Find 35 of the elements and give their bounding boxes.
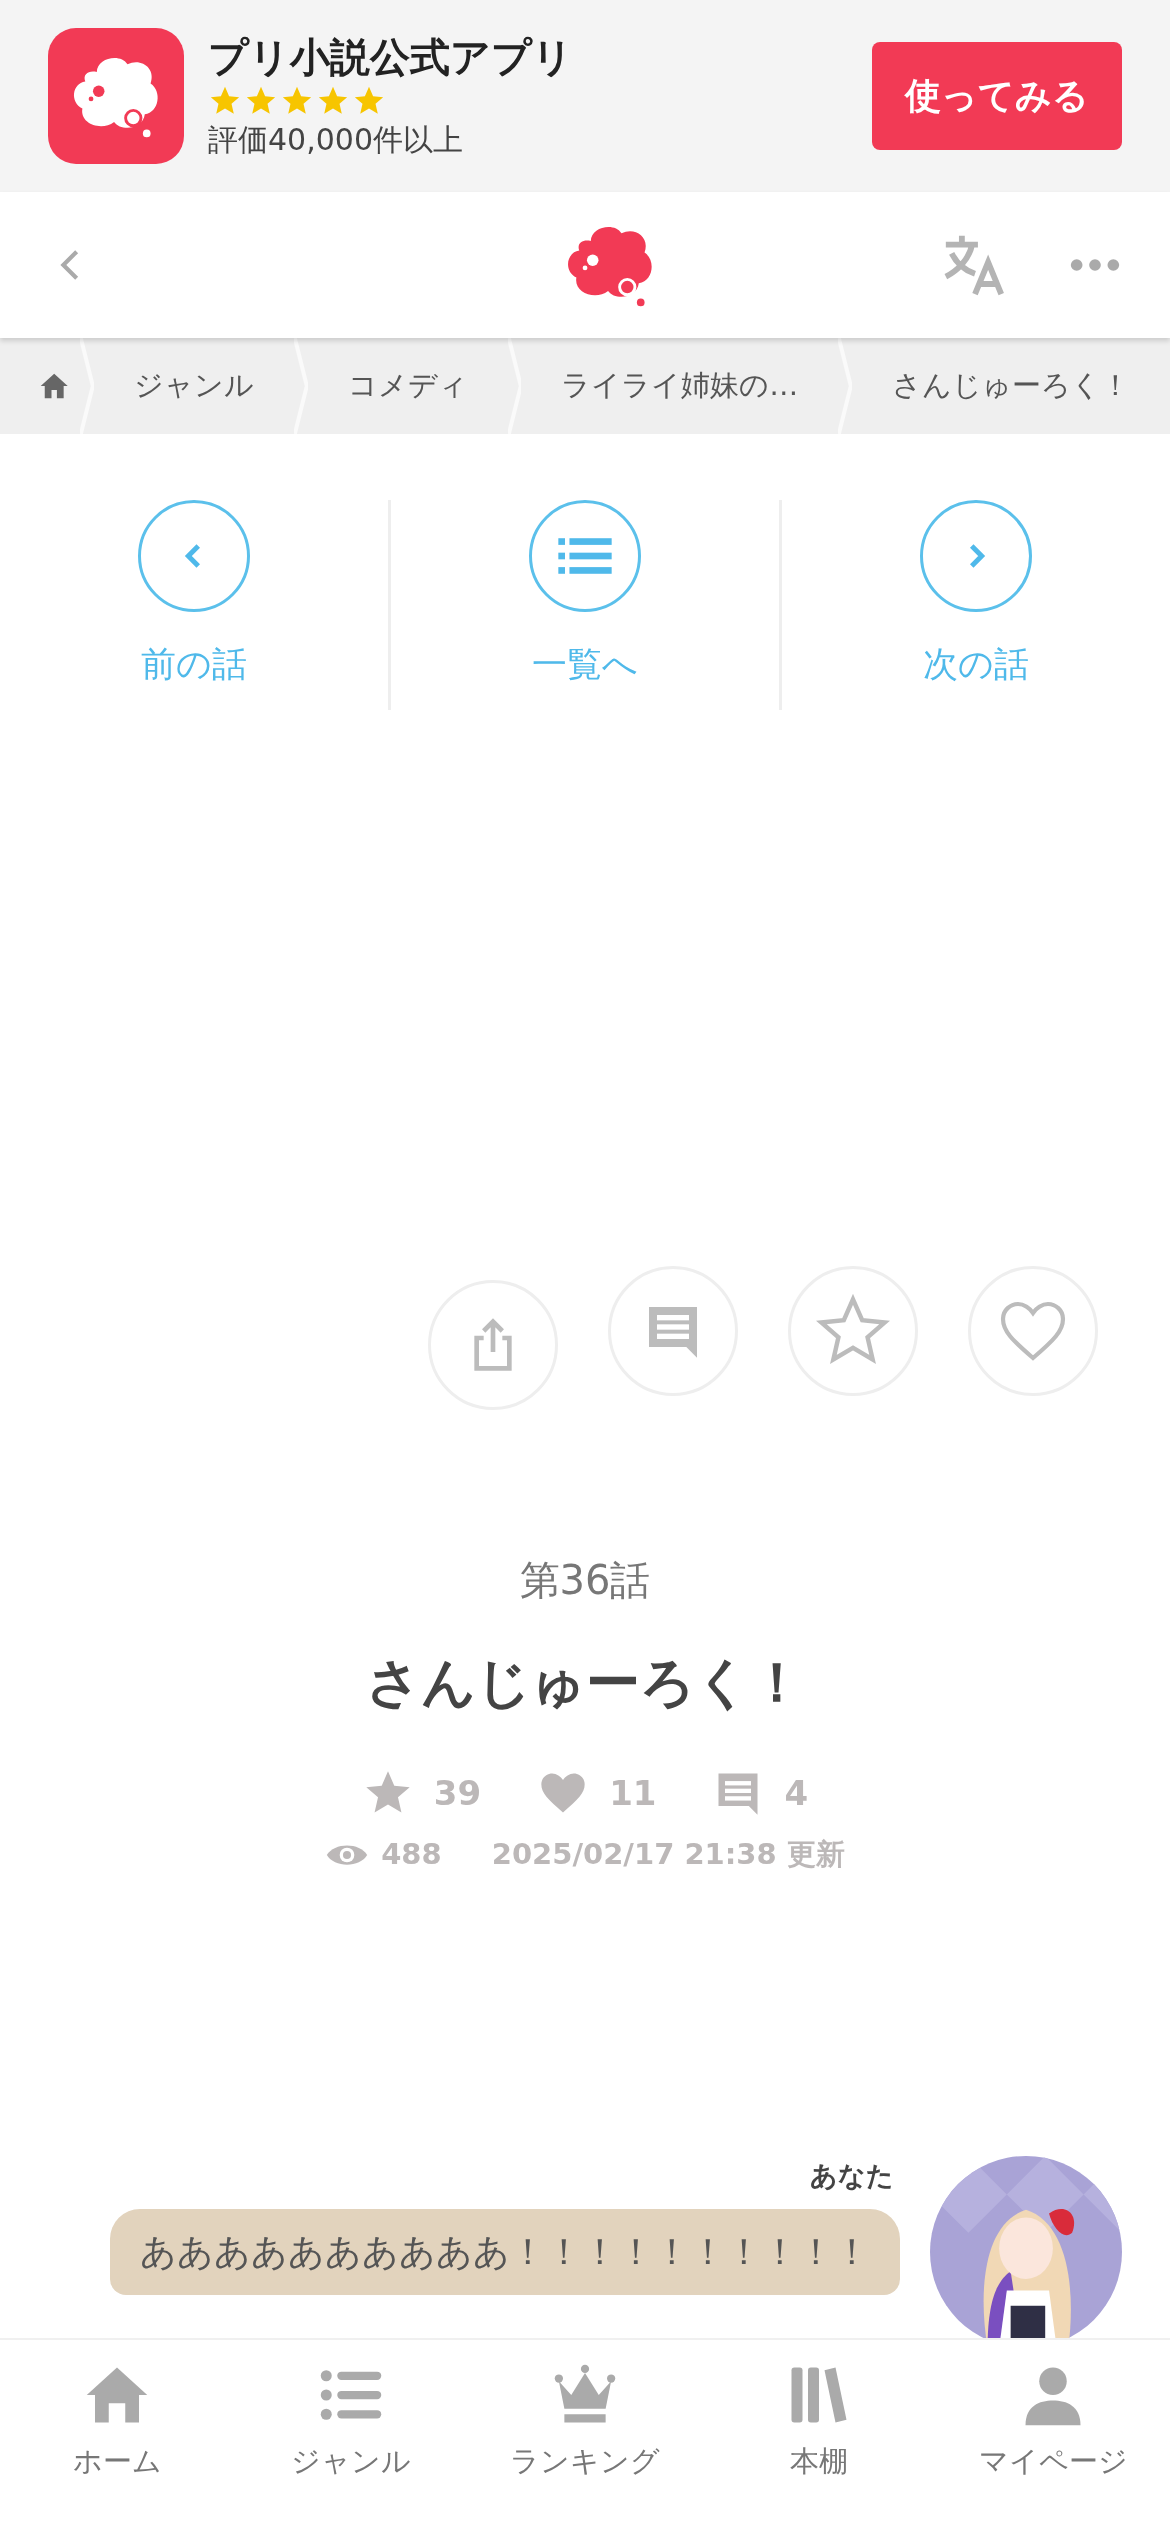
episode-nav-label: 次の話 <box>923 643 1029 686</box>
tab-bar-item[interactable]: ホーム <box>0 2340 234 2532</box>
tab-bar-item[interactable]: マイページ <box>936 2340 1170 2532</box>
breadcrumb-link[interactable]: ジャンル <box>94 364 295 408</box>
app-name: プリ小説公式アプリ <box>208 33 574 82</box>
episode-title: さんじゅーろく！ <box>366 1650 804 1716</box>
episode-nav-label: 一覧へ <box>532 643 638 686</box>
episode-nav-label: 前の話 <box>141 643 247 686</box>
breadcrumb-link[interactable]: さんじゅーろく！ <box>851 364 1170 408</box>
tab-bar-item[interactable]: 本棚 <box>702 2340 936 2532</box>
episode-number: 第36話 <box>519 1556 651 1605</box>
tab-label: ランキング <box>510 2443 660 2480</box>
tab-bar-item[interactable]: ランキング <box>468 2340 702 2532</box>
breadcrumb-link[interactable]: コメディ <box>307 364 508 408</box>
share-button[interactable] <box>428 1280 558 1410</box>
try-app-button[interactable]: 使ってみる <box>872 42 1122 150</box>
tab-label: 本棚 <box>790 2443 848 2480</box>
tab-label: ホーム <box>72 2443 162 2480</box>
tab-label: マイページ <box>978 2443 1128 2480</box>
comment-author: あなた <box>810 2159 894 2193</box>
rating-text: 評価40,000件以上 <box>208 121 464 159</box>
updated-date: 2025/02/17 21:38 更新 <box>491 1836 845 1873</box>
stat-count: 11 <box>609 1771 657 1815</box>
stat-count: 39 <box>433 1771 482 1815</box>
comment-button[interactable] <box>608 1266 738 1396</box>
list-icon <box>557 536 613 576</box>
comment-text: ああああああああああ！！！！！！！！！！ <box>140 2230 870 2272</box>
favorite-button[interactable] <box>788 1266 918 1396</box>
view-count: 488 <box>381 1836 442 1873</box>
tab-label: ジャンル <box>291 2443 411 2480</box>
more-icon[interactable] <box>1070 258 1120 272</box>
breadcrumb-link[interactable]: ライライ姉妹の… <box>521 364 839 408</box>
like-button[interactable] <box>968 1266 1098 1396</box>
tab-bar-item[interactable]: ジャンル <box>234 2340 468 2532</box>
stat-count: 4 <box>784 1771 809 1815</box>
